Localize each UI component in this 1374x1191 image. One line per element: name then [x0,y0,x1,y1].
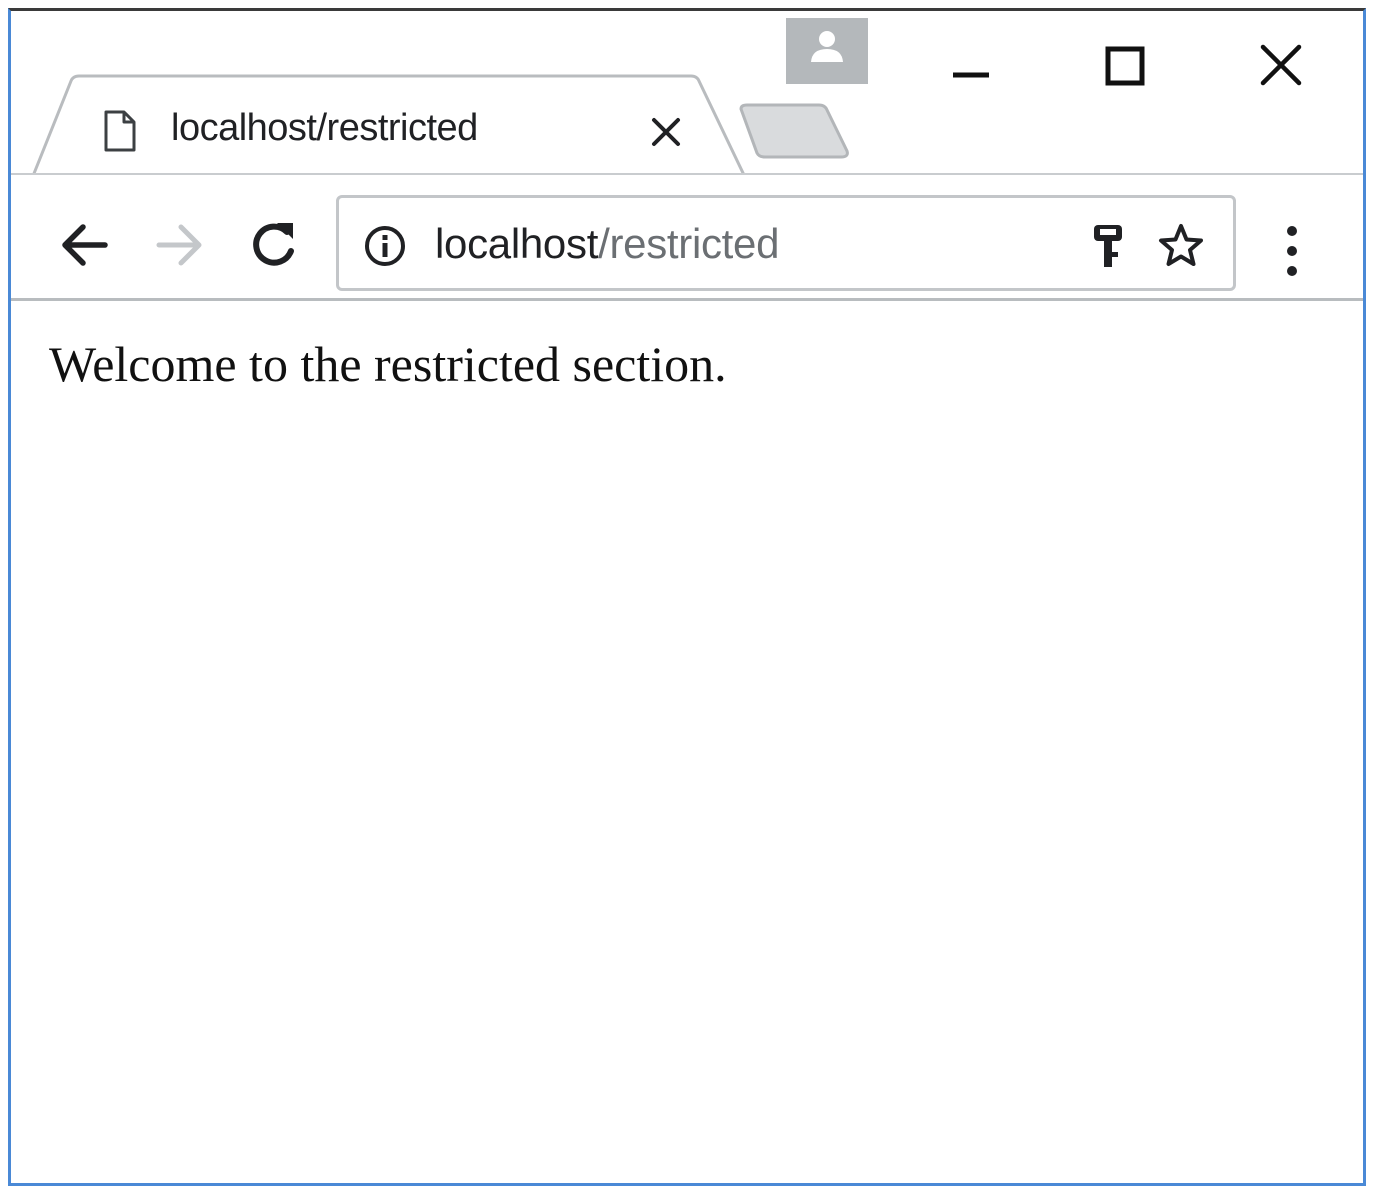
vertical-dots-icon[interactable] [1279,223,1305,283]
reload-icon[interactable] [245,215,305,275]
arrow-right-icon[interactable] [149,215,209,275]
address-bar[interactable]: localhost/restricted [336,195,1236,291]
toolbar: localhost/restricted [11,173,1363,301]
page-icon [104,110,136,152]
url-host: localhost [435,220,599,267]
tab-title: localhost/restricted [171,107,478,149]
star-icon[interactable] [1157,222,1205,268]
person-icon [811,31,843,62]
new-tab-icon[interactable] [735,101,853,161]
url-path: /restricted [598,220,780,267]
minimize-icon[interactable] [931,31,1011,101]
profile-button[interactable] [786,18,868,84]
arrow-left-icon[interactable] [55,215,115,275]
page-body-text: Welcome to the restricted section. [49,336,727,392]
title-bar: localhost/restricted [11,11,1363,182]
close-icon[interactable] [1241,31,1321,101]
page-content: Welcome to the restricted section. [11,301,1363,1183]
url-text: localhost/restricted [435,220,779,268]
maximize-icon[interactable] [1085,31,1165,101]
close-icon[interactable] [649,115,683,149]
browser-window: localhost/restricted localhost/restricte… [8,8,1366,1186]
key-icon[interactable] [1091,222,1125,270]
info-icon[interactable] [363,224,407,268]
